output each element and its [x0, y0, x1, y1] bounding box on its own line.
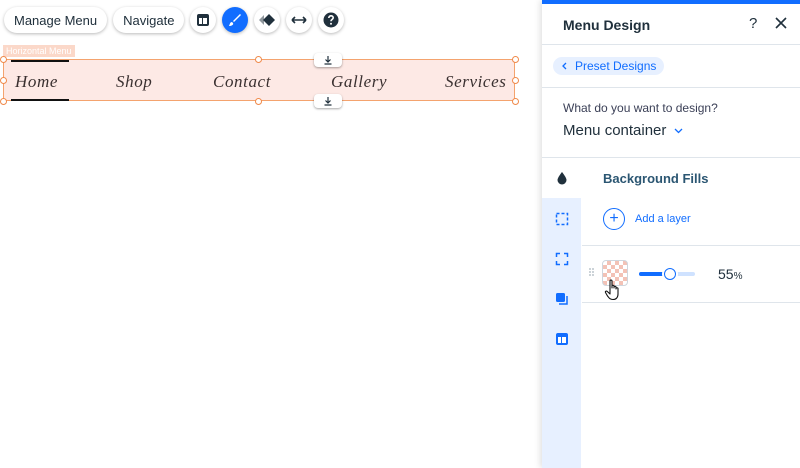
hand-cursor-icon [604, 279, 619, 301]
close-icon[interactable] [773, 15, 789, 31]
design-tabs-sidebar [542, 158, 581, 468]
anchor-top-button[interactable] [314, 53, 342, 67]
floating-toolbar: Manage Menu Navigate [4, 6, 345, 34]
section-title: Background Fills [603, 171, 709, 186]
opacity-number: 55 [718, 266, 734, 282]
chevron-left-icon [562, 62, 567, 70]
horizontal-menu[interactable]: Home Shop Contact Gallery Services [3, 59, 515, 101]
tab-fill-active[interactable] [542, 158, 581, 198]
plus-icon: + [603, 208, 625, 230]
animation-button[interactable] [254, 7, 281, 33]
divider [542, 87, 800, 88]
preset-designs-label: Preset Designs [575, 59, 657, 73]
layout-button[interactable] [190, 7, 217, 33]
stretch-icon [291, 16, 308, 24]
brush-icon [229, 14, 242, 26]
chevron-down-icon [674, 128, 683, 133]
home-bottom-indicator [11, 99, 69, 101]
resize-handle-top[interactable] [255, 56, 262, 63]
resize-handle-bottom-left[interactable] [0, 98, 7, 105]
corners-icon[interactable] [555, 252, 569, 266]
home-top-indicator [11, 60, 69, 62]
resize-handle-bottom-right[interactable] [512, 98, 519, 105]
add-layer-label: Add a layer [635, 213, 691, 225]
navigate-button[interactable]: Navigate [113, 7, 185, 33]
opacity-value[interactable]: 55% [718, 266, 742, 282]
drop-icon [557, 172, 567, 185]
panel-title: Menu Design [563, 17, 651, 33]
opacity-unit: % [733, 271, 743, 282]
menu-design-panel: Menu Design ? Preset Designs What do you… [542, 0, 800, 468]
manage-menu-button[interactable]: Manage Menu [4, 7, 108, 33]
menu-item-home[interactable]: Home [15, 72, 58, 92]
resize-handle-top-left[interactable] [0, 56, 7, 63]
menu-item-gallery[interactable]: Gallery [331, 72, 387, 92]
preset-designs-button[interactable]: Preset Designs [553, 57, 665, 75]
divider [542, 44, 800, 45]
anchor-bottom-button[interactable] [314, 94, 342, 108]
element-tag: Horizontal Menu [3, 45, 75, 57]
resize-handle-left[interactable] [0, 77, 7, 84]
animation-icon [259, 14, 276, 26]
drag-handle-icon[interactable] [589, 268, 595, 278]
design-target-dropdown[interactable]: Menu container [563, 122, 683, 139]
resize-handle-top-right[interactable] [512, 56, 519, 63]
design-button[interactable] [222, 7, 249, 33]
menu-item-services[interactable]: Services [445, 72, 506, 92]
stretch-button[interactable] [286, 7, 313, 33]
border-icon[interactable] [555, 212, 569, 226]
design-target-value: Menu container [563, 122, 667, 139]
menu-item-contact[interactable]: Contact [213, 72, 271, 92]
download-arrow-icon [324, 97, 332, 106]
help-icon [323, 12, 339, 28]
menu-item-shop[interactable]: Shop [116, 72, 152, 92]
layout-icon [197, 14, 210, 26]
layout-icon[interactable] [555, 332, 569, 346]
add-layer-button[interactable]: + Add a layer [603, 208, 691, 230]
download-arrow-icon [324, 56, 332, 65]
design-target-question: What do you want to design? [563, 101, 718, 115]
shadow-icon[interactable] [555, 292, 569, 306]
panel-accent-bar [542, 0, 800, 4]
panel-help-button[interactable]: ? [749, 15, 757, 32]
resize-handle-bottom[interactable] [255, 98, 262, 105]
resize-handle-right[interactable] [512, 77, 519, 84]
opacity-slider[interactable] [639, 268, 695, 280]
help-button[interactable] [318, 7, 345, 33]
opacity-slider-knob[interactable] [663, 268, 676, 280]
